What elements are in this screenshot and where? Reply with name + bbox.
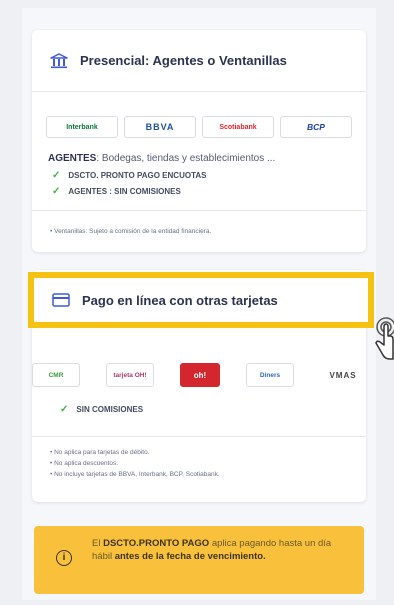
bank-logo-bcp: BCP (280, 116, 352, 138)
hand-pointer-cursor-icon (375, 317, 394, 360)
bank-logo-scotiabank: Scotiabank (202, 116, 274, 138)
online-title: Pago en línea con otras tarjetas (82, 292, 278, 308)
check-text: AGENTES : SIN COMISIONES (68, 187, 181, 196)
note-text: Ventanillas: Sujeto a comisión de la ent… (54, 228, 212, 235)
bank-icon (50, 52, 68, 68)
warning-bold-discount: DSCTO.PRONTO PAGO (103, 538, 210, 549)
check-item: ✓ SIN COMISIONES (60, 404, 143, 415)
info-icon: i (56, 550, 72, 566)
warning-text-pre: El (92, 538, 104, 549)
card-logo-vmas: VMAS (320, 364, 366, 386)
agents-description: AGENTES: Bodegas, tiendas y establecimie… (48, 153, 275, 164)
online-card-header[interactable]: Pago en línea con otras tarjetas (28, 272, 374, 328)
check-item: ✓ AGENTES : SIN COMISIONES (52, 186, 181, 197)
credit-card-icon (52, 293, 70, 307)
note-text: No aplica para tarjetas de débito. (54, 449, 150, 456)
bank-logos: Interbank BBVA Scotiabank BCP (46, 116, 352, 138)
card-logo-oh: oh! (180, 363, 220, 387)
divider (32, 436, 366, 437)
card-logos: CMR tarjeta OH! oh! Diners VMAS (32, 363, 366, 387)
check-icon: ✓ (52, 186, 61, 197)
check-icon: ✓ (52, 170, 61, 181)
payment-methods-panel: Presencial: Agentes o Ventanillas Interb… (22, 8, 376, 600)
card-logo-cmr: CMR (32, 363, 80, 387)
online-note: • No aplica descuentos. (50, 460, 119, 467)
check-icon: ✓ (60, 404, 69, 415)
pronto-pago-warning: i El DSCTO.PRONTO PAGO aplica pagando ha… (34, 526, 364, 594)
bank-logo-bbva: BBVA (124, 116, 196, 138)
agents-label: AGENTES (48, 153, 97, 164)
card-logo-tarjeta-oh: tarjeta OH! (106, 363, 154, 387)
presencial-note: • Ventanillas: Sujeto a comisión de la e… (50, 228, 212, 235)
check-text: DSCTO. PRONTO PAGO ENCUOTAS (68, 171, 207, 180)
note-text: No incluye tarjetas de BBVA, Interbank, … (54, 471, 220, 478)
check-text: SIN COMISIONES (76, 405, 144, 414)
divider (32, 210, 366, 211)
check-item: ✓ DSCTO. PRONTO PAGO ENCUOTAS (52, 170, 206, 181)
presencial-header[interactable]: Presencial: Agentes o Ventanillas (32, 30, 366, 92)
bank-logo-interbank: Interbank (46, 116, 118, 138)
online-note: • No aplica para tarjetas de débito. (50, 449, 150, 456)
presencial-card: Presencial: Agentes o Ventanillas Interb… (32, 30, 366, 252)
note-text: No aplica descuentos. (54, 460, 119, 467)
card-logo-diners: Diners (246, 363, 294, 387)
agents-text: : Bodegas, tiendas y establecimientos ..… (96, 153, 276, 164)
presencial-title: Presencial: Agentes o Ventanillas (80, 53, 287, 68)
online-note: • No incluye tarjetas de BBVA, Interbank… (50, 471, 220, 478)
warning-bold-deadline: antes de la fecha de vencimiento. (114, 550, 266, 562)
